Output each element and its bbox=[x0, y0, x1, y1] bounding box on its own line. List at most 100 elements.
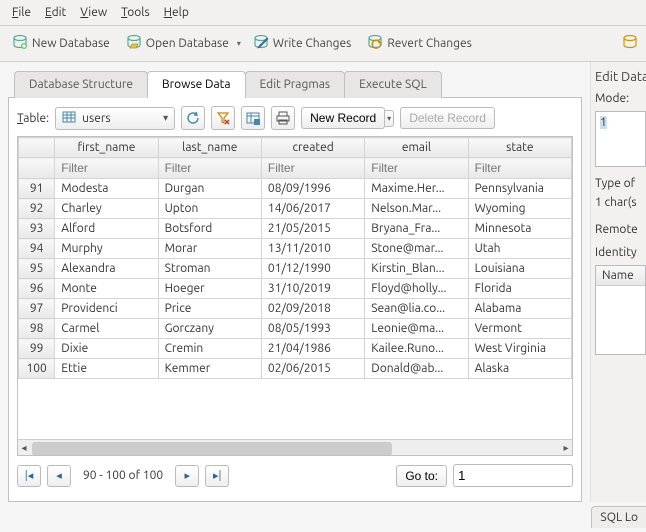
menu-view[interactable]: View bbox=[74, 4, 113, 21]
row-number[interactable]: 97 bbox=[19, 299, 55, 319]
cell[interactable]: Kirstin_Blan... bbox=[365, 259, 468, 279]
cell[interactable]: Ettie bbox=[55, 359, 158, 379]
cell[interactable]: Dixie bbox=[55, 339, 158, 359]
tab-execute-sql[interactable]: Execute SQL bbox=[344, 71, 442, 98]
revert-changes-button[interactable]: Revert Changes bbox=[363, 32, 476, 55]
tab-browse-data[interactable]: Browse Data bbox=[147, 71, 246, 98]
cell[interactable]: 02/09/2018 bbox=[261, 299, 364, 319]
cell[interactable]: Floyd@holly... bbox=[365, 279, 468, 299]
cell[interactable]: Maxime.Her... bbox=[365, 179, 468, 199]
cell[interactable]: 08/09/1996 bbox=[261, 179, 364, 199]
cell[interactable]: 02/06/2015 bbox=[261, 359, 364, 379]
sql-log-tab[interactable]: SQL Lo bbox=[591, 506, 646, 528]
cell[interactable]: Pennsylvania bbox=[468, 179, 571, 199]
row-number[interactable]: 91 bbox=[19, 179, 55, 199]
open-database-dropdown[interactable]: ▾ bbox=[237, 39, 241, 48]
table-row[interactable]: 98CarmelGorczany08/05/1993Leonie@ma...Ve… bbox=[19, 319, 572, 339]
cell[interactable]: Alexandra bbox=[55, 259, 158, 279]
table-row[interactable]: 93AlfordBotsford21/05/2015Bryana_Fra...M… bbox=[19, 219, 572, 239]
cell[interactable]: Modesta bbox=[55, 179, 158, 199]
column-header[interactable]: state bbox=[468, 138, 571, 158]
cell[interactable]: 13/11/2010 bbox=[261, 239, 364, 259]
tab-database-structure[interactable]: Database Structure bbox=[14, 71, 148, 98]
cell[interactable]: 31/10/2019 bbox=[261, 279, 364, 299]
cell[interactable]: Alabama bbox=[468, 299, 571, 319]
cell[interactable]: Louisiana bbox=[468, 259, 571, 279]
cell[interactable]: Providenci bbox=[55, 299, 158, 319]
goto-button[interactable]: Go to: bbox=[396, 465, 447, 487]
clear-filters-button[interactable] bbox=[211, 106, 235, 130]
cell[interactable]: 01/12/1990 bbox=[261, 259, 364, 279]
delete-record-button[interactable]: Delete Record bbox=[400, 107, 495, 129]
last-page-button[interactable]: ▸| bbox=[205, 465, 229, 487]
cell[interactable]: Cremin bbox=[158, 339, 261, 359]
table-row[interactable]: 99DixieCremin21/04/1986Kailee.Runo...Wes… bbox=[19, 339, 572, 359]
print-button[interactable] bbox=[271, 106, 295, 130]
column-header[interactable]: created bbox=[261, 138, 364, 158]
filter-input[interactable] bbox=[165, 161, 255, 175]
table-row[interactable]: 91ModestaDurgan08/09/1996Maxime.Her...Pe… bbox=[19, 179, 572, 199]
cell[interactable]: Minnesota bbox=[468, 219, 571, 239]
row-number[interactable]: 96 bbox=[19, 279, 55, 299]
new-database-button[interactable]: New Database bbox=[8, 32, 114, 55]
cell[interactable]: Price bbox=[158, 299, 261, 319]
cell[interactable]: Stroman bbox=[158, 259, 261, 279]
filter-input[interactable] bbox=[371, 161, 461, 175]
cell[interactable]: 21/05/2015 bbox=[261, 219, 364, 239]
table-row[interactable]: 96MonteHoeger31/10/2019Floyd@holly...Flo… bbox=[19, 279, 572, 299]
row-number[interactable]: 98 bbox=[19, 319, 55, 339]
cell[interactable]: Wyoming bbox=[468, 199, 571, 219]
row-number[interactable]: 92 bbox=[19, 199, 55, 219]
new-record-button[interactable]: New Record bbox=[301, 107, 385, 129]
menu-help[interactable]: Help bbox=[158, 4, 195, 21]
write-changes-button[interactable]: Write Changes bbox=[249, 32, 355, 55]
cell[interactable]: Charley bbox=[55, 199, 158, 219]
cell[interactable]: Gorczany bbox=[158, 319, 261, 339]
cell[interactable]: 14/06/2017 bbox=[261, 199, 364, 219]
filter-input[interactable] bbox=[61, 161, 151, 175]
table-row[interactable]: 95AlexandraStroman01/12/1990Kirstin_Blan… bbox=[19, 259, 572, 279]
cell[interactable]: Upton bbox=[158, 199, 261, 219]
table-row[interactable]: 97ProvidenciPrice02/09/2018Sean@lia.co..… bbox=[19, 299, 572, 319]
row-number-header[interactable] bbox=[19, 138, 55, 158]
cell[interactable]: 21/04/1986 bbox=[261, 339, 364, 359]
tab-edit-pragmas[interactable]: Edit Pragmas bbox=[245, 71, 346, 98]
table-row[interactable]: 94MurphyMorar13/11/2010Stone@mar...Utah bbox=[19, 239, 572, 259]
prev-page-button[interactable]: ◂ bbox=[47, 465, 71, 487]
menu-edit[interactable]: Edit bbox=[39, 4, 72, 21]
column-header[interactable]: email bbox=[365, 138, 468, 158]
table-row[interactable]: 92CharleyUpton14/06/2017Nelson.Mar...Wyo… bbox=[19, 199, 572, 219]
next-page-button[interactable]: ▸ bbox=[175, 465, 199, 487]
refresh-button[interactable] bbox=[181, 106, 205, 130]
first-page-button[interactable]: |◂ bbox=[17, 465, 41, 487]
row-number[interactable]: 95 bbox=[19, 259, 55, 279]
cell[interactable]: Hoeger bbox=[158, 279, 261, 299]
scroll-right-arrow[interactable]: ▸ bbox=[560, 442, 572, 456]
identity-list[interactable]: Name bbox=[595, 265, 646, 355]
cell[interactable]: Utah bbox=[468, 239, 571, 259]
cell[interactable]: Florida bbox=[468, 279, 571, 299]
cell[interactable]: Sean@lia.co... bbox=[365, 299, 468, 319]
cell[interactable]: Carmel bbox=[55, 319, 158, 339]
scroll-left-arrow[interactable]: ◂ bbox=[18, 442, 30, 456]
cell-editor[interactable]: 1 bbox=[595, 111, 646, 167]
table-row[interactable]: 100EttieKemmer02/06/2015Donald@ab...Alas… bbox=[19, 359, 572, 379]
cell[interactable]: Durgan bbox=[158, 179, 261, 199]
column-header[interactable]: first_name bbox=[55, 138, 158, 158]
cell[interactable]: Nelson.Mar... bbox=[365, 199, 468, 219]
row-number[interactable]: 100 bbox=[19, 359, 55, 379]
table-select[interactable]: users bbox=[55, 107, 175, 130]
open-database-button[interactable]: Open Database bbox=[122, 32, 233, 55]
cell[interactable]: Donald@ab... bbox=[365, 359, 468, 379]
cell[interactable]: Alford bbox=[55, 219, 158, 239]
cell[interactable]: Botsford bbox=[158, 219, 261, 239]
filter-input[interactable] bbox=[268, 161, 358, 175]
scroll-thumb[interactable] bbox=[32, 442, 392, 456]
cell[interactable]: Morar bbox=[158, 239, 261, 259]
column-header[interactable]: last_name bbox=[158, 138, 261, 158]
save-table-button[interactable] bbox=[241, 106, 265, 130]
cell[interactable]: Stone@mar... bbox=[365, 239, 468, 259]
cell[interactable]: Bryana_Fra... bbox=[365, 219, 468, 239]
goto-input[interactable] bbox=[453, 464, 573, 487]
cell[interactable]: West Virginia bbox=[468, 339, 571, 359]
